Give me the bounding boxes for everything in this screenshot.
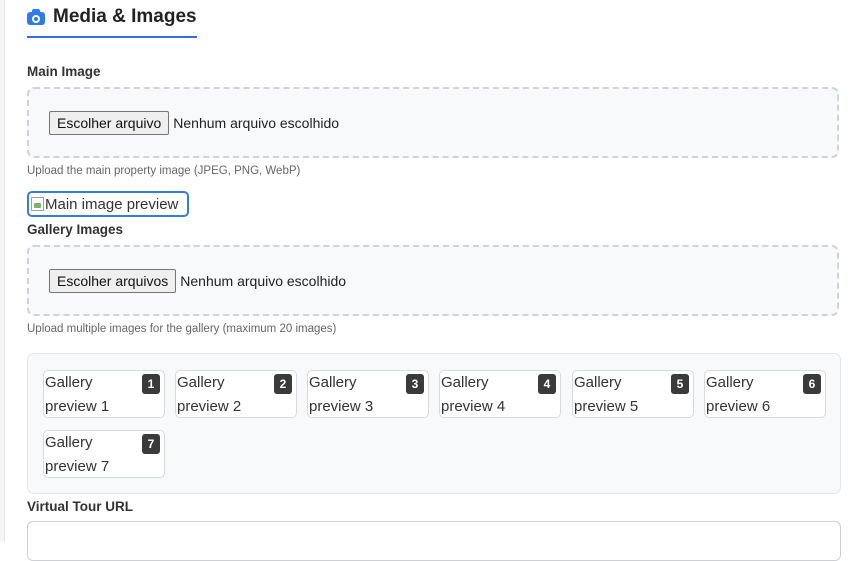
gallery-thumb[interactable]: Gallery preview 4 4 [439, 370, 561, 418]
gallery-thumb-badge: 4 [538, 374, 556, 394]
camera-icon [27, 9, 45, 25]
panel-left-border [0, 0, 5, 542]
gallery-images-dropzone[interactable]: Escolher arquivos Nenhum arquivo escolhi… [27, 245, 839, 316]
main-image-preview-alt: Main image preview [45, 195, 179, 213]
gallery-thumb[interactable]: Gallery preview 2 2 [175, 370, 297, 418]
main-image-dropzone[interactable]: Escolher arquivo Nenhum arquivo escolhid… [27, 87, 839, 158]
gallery-images-file-status: Nenhum arquivo escolhido [180, 272, 347, 289]
section-title: Media & Images [53, 6, 197, 27]
gallery-images-file-button[interactable]: Escolher arquivos [49, 268, 177, 293]
gallery-thumb[interactable]: Gallery preview 7 7 [43, 430, 165, 478]
section-header: Media & Images [27, 6, 197, 38]
main-image-preview[interactable]: Main image preview [27, 191, 189, 217]
gallery-preview-grid: Gallery preview 1 1 Gallery preview 2 2 … [27, 353, 841, 494]
virtual-tour-label: Virtual Tour URL [27, 499, 134, 514]
broken-image-icon [31, 197, 44, 211]
gallery-thumb[interactable]: Gallery preview 3 3 [307, 370, 429, 418]
gallery-thumb-badge: 5 [671, 374, 689, 394]
gallery-thumb-badge: 3 [406, 374, 424, 394]
gallery-thumb[interactable]: Gallery preview 1 1 [43, 370, 165, 418]
gallery-images-label: Gallery Images [27, 222, 124, 237]
main-image-label: Main Image [27, 64, 101, 79]
gallery-thumb-badge: 7 [142, 434, 160, 454]
gallery-thumb-badge: 1 [142, 374, 160, 394]
main-image-file-status: Nenhum arquivo escolhido [173, 114, 340, 131]
gallery-thumb[interactable]: Gallery preview 5 5 [572, 370, 694, 418]
virtual-tour-url-input[interactable] [27, 521, 841, 561]
gallery-thumb[interactable]: Gallery preview 6 6 [704, 370, 826, 418]
gallery-thumb-badge: 2 [274, 374, 292, 394]
gallery-images-help: Upload multiple images for the gallery (… [27, 323, 337, 335]
gallery-thumb-badge: 6 [803, 374, 821, 394]
main-image-file-button[interactable]: Escolher arquivo [49, 110, 170, 135]
main-image-help: Upload the main property image (JPEG, PN… [27, 165, 301, 177]
